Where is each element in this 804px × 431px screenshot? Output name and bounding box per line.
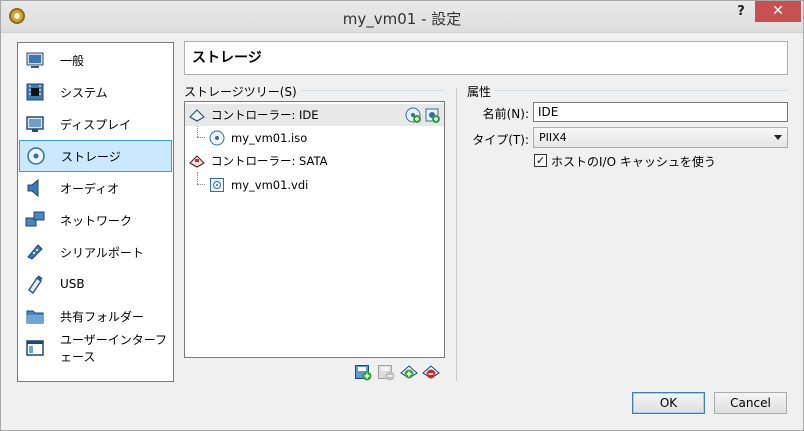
storage-disk-icon	[25, 145, 47, 167]
category-label: ディスプレイ	[60, 117, 132, 132]
sata-controller-icon	[189, 153, 205, 169]
add-optical-drive-button[interactable]	[404, 106, 421, 123]
attributes-title: 属性	[467, 83, 496, 100]
serial-port-icon	[24, 241, 46, 263]
remove-controller-button[interactable]	[377, 363, 395, 381]
category-item-serial-port[interactable]: シリアルポート	[19, 236, 172, 268]
category-label: ユーザーインターフェース	[60, 333, 168, 364]
title-bar[interactable]: my_vm01 - 設定 ? ✕	[1, 1, 803, 33]
close-button[interactable]: ✕	[755, 1, 801, 22]
category-item-display[interactable]: ディスプレイ	[19, 108, 172, 140]
category-label: USB	[60, 277, 85, 291]
display-monitor-icon	[24, 113, 46, 135]
category-item-network[interactable]: ネットワーク	[19, 204, 172, 236]
add-controller-button[interactable]	[354, 363, 372, 381]
category-label: ネットワーク	[60, 213, 133, 228]
category-item-audio[interactable]: オーディオ	[19, 172, 172, 204]
tree-connector	[197, 172, 198, 184]
type-select-value: PIIX4	[539, 131, 567, 144]
system-chip-icon	[24, 81, 46, 103]
user-interface-icon	[24, 337, 46, 359]
add-hard-disk-button[interactable]	[423, 106, 440, 123]
cancel-button[interactable]: Cancel	[714, 392, 787, 414]
audio-speaker-icon	[24, 177, 46, 199]
page-title: ストレージ	[184, 41, 788, 75]
ide-controller-icon	[189, 107, 205, 123]
category-item-system[interactable]: システム	[19, 76, 172, 108]
tree-row-sata-controller[interactable]: コントローラー: SATA	[185, 150, 328, 172]
category-item-general[interactable]: 一般	[19, 44, 172, 76]
hard-disk-icon	[209, 177, 225, 193]
category-label: システム	[60, 85, 108, 100]
category-item-usb[interactable]: USB	[19, 268, 172, 300]
general-icon	[24, 49, 46, 71]
category-item-user-interface[interactable]: ユーザーインターフェース	[19, 332, 172, 364]
network-icon	[24, 209, 46, 231]
category-item-shared-folder[interactable]: 共有フォルダー	[19, 300, 172, 332]
category-item-storage[interactable]: ストレージ	[19, 140, 172, 172]
name-label: 名前(N):	[482, 107, 529, 121]
remove-attachment-button[interactable]	[422, 363, 440, 381]
name-field[interactable]: IDE	[533, 102, 788, 122]
category-label: シリアルポート	[60, 245, 144, 260]
storage-tree[interactable]: コントローラー: IDE my_vm01.iso コントローラー: SATA m…	[184, 101, 445, 358]
add-attachment-button[interactable]	[400, 363, 418, 381]
tree-row-iso[interactable]: my_vm01.iso	[209, 127, 307, 149]
host-io-cache-checkbox[interactable]: ✓	[534, 154, 547, 167]
vertical-separator	[456, 88, 457, 381]
group-divider	[467, 90, 788, 91]
attachment-label: my_vm01.vdi	[231, 178, 309, 192]
category-label: 共有フォルダー	[60, 309, 145, 324]
type-select[interactable]: PIIX4	[533, 127, 788, 148]
controller-label: コントローラー: SATA	[211, 154, 328, 168]
type-label: タイプ(T):	[472, 133, 529, 147]
attachment-label: my_vm01.iso	[231, 131, 308, 145]
controller-label: コントローラー: IDE	[211, 108, 319, 122]
host-io-cache-label[interactable]: ホストのI/O キャッシュを使う	[551, 153, 716, 170]
settings-window: my_vm01 - 設定 ? ✕ 一般 システム ディスプレイ ストレージ オー…	[0, 0, 804, 431]
ok-button[interactable]: OK	[632, 392, 705, 414]
storage-tree-title: ストレージツリー(S)	[184, 83, 301, 100]
window-title: my_vm01 - 設定	[342, 10, 462, 28]
category-label: ストレージ	[61, 149, 121, 164]
tree-connector	[197, 126, 198, 137]
tree-connector	[197, 184, 205, 185]
usb-icon	[24, 273, 46, 295]
shared-folder-icon	[24, 305, 46, 327]
chevron-down-icon	[774, 135, 782, 140]
category-label: 一般	[60, 53, 85, 68]
category-label: オーディオ	[60, 181, 120, 196]
tree-connector	[197, 137, 205, 138]
help-button[interactable]: ?	[730, 2, 752, 22]
category-list: 一般 システム ディスプレイ ストレージ オーディオ ネットワーク シリアルポー…	[17, 42, 174, 382]
tree-row-vdi[interactable]: my_vm01.vdi	[209, 174, 308, 196]
optical-disc-icon	[209, 130, 225, 146]
